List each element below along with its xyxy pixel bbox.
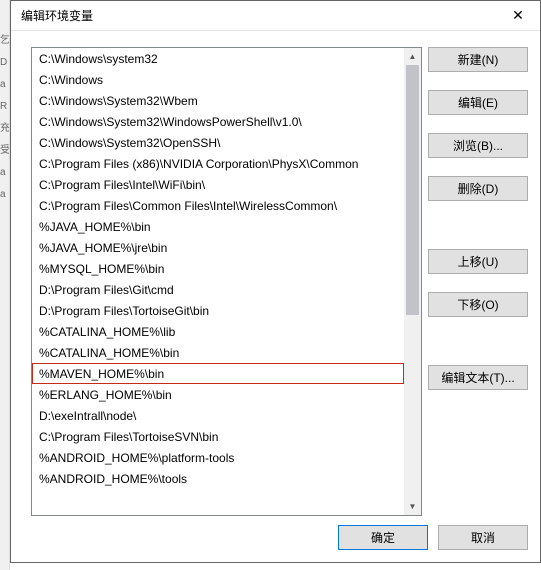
move-up-button[interactable]: 上移(U) — [428, 249, 528, 274]
background-window-edge: 乞DaR充受aa — [0, 0, 10, 570]
list-item[interactable]: D:\exeIntrall\node\ — [32, 405, 404, 426]
background-text-fragment: 受 — [0, 140, 9, 162]
list-item[interactable]: %JAVA_HOME%\jre\bin — [32, 237, 404, 258]
list-item[interactable]: D:\Program Files\TortoiseGit\bin — [32, 300, 404, 321]
cancel-button[interactable]: 取消 — [438, 525, 528, 550]
titlebar: 编辑环境变量 ✕ — [11, 1, 540, 31]
path-list-items: C:\Windows\system32C:\WindowsC:\Windows\… — [32, 48, 404, 515]
background-text-fragment: D — [0, 52, 9, 74]
list-item[interactable]: %ANDROID_HOME%\tools — [32, 468, 404, 489]
vertical-scrollbar[interactable]: ▲ ▼ — [404, 48, 421, 515]
scroll-track[interactable] — [404, 65, 421, 498]
list-item[interactable]: %CATALINA_HOME%\bin — [32, 342, 404, 363]
list-item[interactable]: C:\Windows\System32\OpenSSH\ — [32, 132, 404, 153]
edit-button[interactable]: 编辑(E) — [428, 90, 528, 115]
list-item[interactable]: %CATALINA_HOME%\lib — [32, 321, 404, 342]
list-item[interactable]: %JAVA_HOME%\bin — [32, 216, 404, 237]
new-button[interactable]: 新建(N) — [428, 47, 528, 72]
background-text-fragment: a — [0, 74, 9, 96]
list-item[interactable]: %ANDROID_HOME%\platform-tools — [32, 447, 404, 468]
background-text-fragment: 乞 — [0, 30, 9, 52]
list-item[interactable]: C:\Windows\System32\Wbem — [32, 90, 404, 111]
list-item[interactable]: %ERLANG_HOME%\bin — [32, 384, 404, 405]
path-listbox[interactable]: C:\Windows\system32C:\WindowsC:\Windows\… — [31, 47, 422, 516]
list-item[interactable]: C:\Program Files\TortoiseSVN\bin — [32, 426, 404, 447]
list-item[interactable]: C:\Program Files\Intel\WiFi\bin\ — [32, 174, 404, 195]
list-item[interactable]: D:\Program Files\Git\cmd — [32, 279, 404, 300]
list-item[interactable]: C:\Program Files\Common Files\Intel\Wire… — [32, 195, 404, 216]
list-item[interactable]: C:\Windows — [32, 69, 404, 90]
background-text-fragment: a — [0, 184, 9, 206]
delete-button[interactable]: 删除(D) — [428, 176, 528, 201]
scroll-thumb[interactable] — [406, 65, 419, 315]
dialog-content: C:\Windows\system32C:\WindowsC:\Windows\… — [11, 31, 540, 516]
close-button[interactable]: ✕ — [496, 1, 540, 31]
dialog-footer: 确定 取消 — [338, 525, 528, 550]
background-text-fragment: a — [0, 162, 9, 184]
move-down-button[interactable]: 下移(O) — [428, 292, 528, 317]
background-text-fragment: 充 — [0, 118, 9, 140]
ok-button[interactable]: 确定 — [338, 525, 428, 550]
scroll-down-icon[interactable]: ▼ — [404, 498, 421, 515]
dialog-title: 编辑环境变量 — [21, 7, 496, 24]
list-item[interactable]: C:\Program Files (x86)\NVIDIA Corporatio… — [32, 153, 404, 174]
list-item[interactable]: C:\Windows\system32 — [32, 48, 404, 69]
list-item[interactable]: %MAVEN_HOME%\bin — [32, 363, 404, 384]
browse-button[interactable]: 浏览(B)... — [428, 133, 528, 158]
side-button-column: 新建(N) 编辑(E) 浏览(B)... 删除(D) 上移(U) 下移(O) 编… — [428, 47, 528, 516]
list-item[interactable]: C:\Windows\System32\WindowsPowerShell\v1… — [32, 111, 404, 132]
edit-env-var-dialog: 编辑环境变量 ✕ C:\Windows\system32C:\WindowsC:… — [10, 0, 541, 563]
scroll-up-icon[interactable]: ▲ — [404, 48, 421, 65]
edit-text-button[interactable]: 编辑文本(T)... — [428, 365, 528, 390]
background-text-fragment: R — [0, 96, 9, 118]
list-item[interactable]: %MYSQL_HOME%\bin — [32, 258, 404, 279]
